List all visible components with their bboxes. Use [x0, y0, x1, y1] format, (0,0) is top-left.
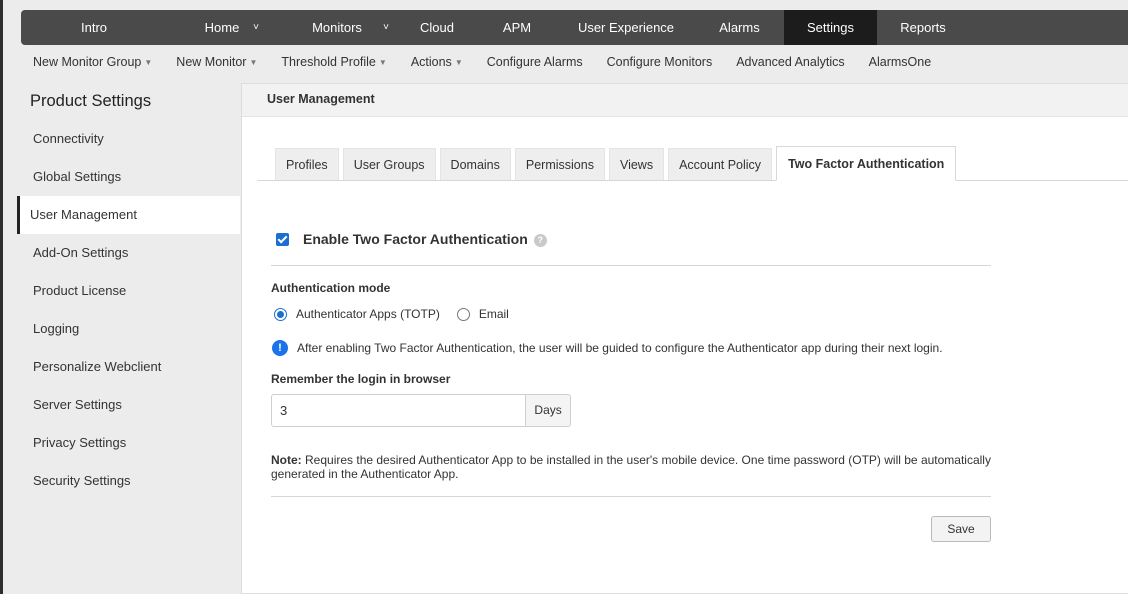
save-button[interactable]: Save	[931, 516, 991, 542]
nav-apm[interactable]: APM	[477, 10, 557, 45]
help-icon[interactable]: ?	[533, 234, 547, 247]
nav-home-label: Home	[204, 20, 240, 35]
tab-account-policy[interactable]: Account Policy	[668, 148, 773, 180]
subnav-advanced-analytics[interactable]: Advanced Analytics	[736, 55, 844, 69]
nav-monitors[interactable]: Monitors ˅	[277, 10, 397, 45]
subnav-new-monitor[interactable]: New Monitor ▼	[176, 55, 257, 69]
caret-down-icon: ▼	[144, 58, 153, 67]
subnav-configure-alarms[interactable]: Configure Alarms	[487, 55, 583, 69]
subnav-new-monitor-label: New Monitor	[176, 55, 247, 69]
enable-2fa-label: Enable Two Factor Authentication	[303, 231, 528, 247]
tab-profiles[interactable]: Profiles	[275, 148, 339, 180]
remember-days-group: Days	[271, 394, 571, 427]
nav-settings[interactable]: Settings	[784, 10, 877, 45]
nav-settings-label: Settings	[807, 20, 854, 35]
window-edge	[0, 0, 3, 594]
auth-mode-options: Authenticator Apps (TOTP) Email	[271, 307, 992, 321]
settings-sidebar: Product Settings Connectivity Global Set…	[17, 82, 240, 500]
subnav-configure-monitors[interactable]: Configure Monitors	[607, 55, 713, 69]
caret-down-icon: ▼	[249, 58, 258, 67]
sidebar-item-privacy-settings[interactable]: Privacy Settings	[17, 424, 240, 462]
sidebar-item-server-settings[interactable]: Server Settings	[17, 386, 240, 424]
sidebar-item-user-management[interactable]: User Management	[17, 196, 240, 234]
subnav-configure-alarms-label: Configure Alarms	[486, 55, 583, 69]
nav-intro-label: Intro	[80, 20, 107, 35]
nav-home[interactable]: Home ˅	[167, 10, 277, 45]
sidebar-item-security-settings[interactable]: Security Settings	[17, 462, 240, 500]
subnav-new-monitor-group[interactable]: New Monitor Group ▼	[33, 55, 152, 69]
tab-domains[interactable]: Domains	[439, 148, 511, 180]
main-panel: User Management Profiles User Groups Dom…	[241, 83, 1128, 594]
nav-user-experience[interactable]: User Experience	[557, 10, 695, 45]
nav-reports[interactable]: Reports	[877, 10, 969, 45]
caret-down-icon: ▼	[454, 58, 463, 67]
two-factor-settings: Enable Two Factor Authentication ? Authe…	[271, 224, 992, 497]
subnav-advanced-analytics-label: Advanced Analytics	[736, 55, 845, 69]
remember-days-input[interactable]	[271, 394, 527, 427]
top-navigation: Intro Home ˅ Monitors ˅ Cloud APM User Exp…	[21, 10, 1128, 45]
panel-title: User Management	[242, 84, 1128, 117]
chevron-down-icon[interactable]: ˅	[383, 22, 389, 33]
days-unit: Days	[526, 394, 571, 427]
subnav-configure-monitors-label: Configure Monitors	[606, 55, 713, 69]
subnav-actions-label: Actions	[410, 55, 452, 69]
nav-user-experience-label: User Experience	[577, 20, 675, 35]
sidebar-title: Product Settings	[30, 92, 152, 110]
tab-bar: Profiles User Groups Domains Permissions…	[257, 146, 1128, 181]
sidebar-item-personalize-webclient[interactable]: Personalize Webclient	[17, 348, 240, 386]
info-text: After enabling Two Factor Authentication…	[297, 341, 943, 355]
tab-user-groups[interactable]: User Groups	[342, 148, 436, 180]
nav-monitors-label: Monitors	[312, 20, 362, 35]
caret-down-icon: ▼	[378, 58, 387, 67]
subnav-alarmsone[interactable]: AlarmsOne	[869, 55, 932, 69]
nav-reports-label: Reports	[900, 20, 946, 35]
subnav-threshold-profile-label: Threshold Profile	[281, 55, 376, 69]
auth-mode-label: Authentication mode	[271, 281, 391, 295]
sub-navigation: New Monitor Group ▼ New Monitor ▼ Threshol…	[21, 48, 955, 76]
tab-permissions[interactable]: Permissions	[514, 148, 605, 180]
info-message: ! After enabling Two Factor Authenticati…	[271, 340, 992, 356]
enable-row: Enable Two Factor Authentication ?	[271, 224, 992, 254]
nav-apm-label: APM	[502, 20, 532, 35]
email-radio-label[interactable]: Email	[479, 307, 509, 321]
subnav-alarmsone-label: AlarmsOne	[868, 55, 932, 69]
totp-radio[interactable]	[274, 307, 287, 321]
note-label: Note:	[271, 453, 302, 467]
sidebar-item-connectivity[interactable]: Connectivity	[17, 120, 240, 158]
divider	[271, 496, 991, 497]
sidebar-item-global-settings[interactable]: Global Settings	[17, 158, 240, 196]
subnav-new-monitor-group-label: New Monitor Group	[33, 55, 142, 69]
sidebar-item-logging[interactable]: Logging	[17, 310, 240, 348]
note-text: Requires the desired Authenticator App t…	[271, 453, 991, 481]
subnav-threshold-profile[interactable]: Threshold Profile ▼	[281, 55, 386, 69]
info-icon: !	[272, 340, 288, 356]
nav-alarms-label: Alarms	[719, 20, 760, 35]
subnav-actions[interactable]: Actions ▼	[411, 55, 463, 69]
nav-cloud-label: Cloud	[420, 20, 454, 35]
sidebar-item-add-on-settings[interactable]: Add-On Settings	[17, 234, 240, 272]
remember-login-label: Remember the login in browser	[271, 372, 451, 386]
email-radio[interactable]	[456, 307, 470, 321]
totp-radio-label[interactable]: Authenticator Apps (TOTP)	[296, 307, 440, 321]
nav-alarms[interactable]: Alarms	[695, 10, 784, 45]
tab-views[interactable]: Views	[608, 148, 665, 180]
note: Note: Requires the desired Authenticator…	[271, 453, 993, 481]
enable-2fa-checkbox[interactable]	[276, 232, 289, 246]
divider	[271, 265, 991, 266]
nav-cloud[interactable]: Cloud	[397, 10, 477, 45]
tab-two-factor-authentication[interactable]: Two Factor Authentication	[776, 146, 957, 181]
sidebar-item-product-license[interactable]: Product License	[17, 272, 240, 310]
chevron-down-icon[interactable]: ˅	[253, 22, 259, 33]
nav-intro[interactable]: Intro	[21, 10, 167, 45]
